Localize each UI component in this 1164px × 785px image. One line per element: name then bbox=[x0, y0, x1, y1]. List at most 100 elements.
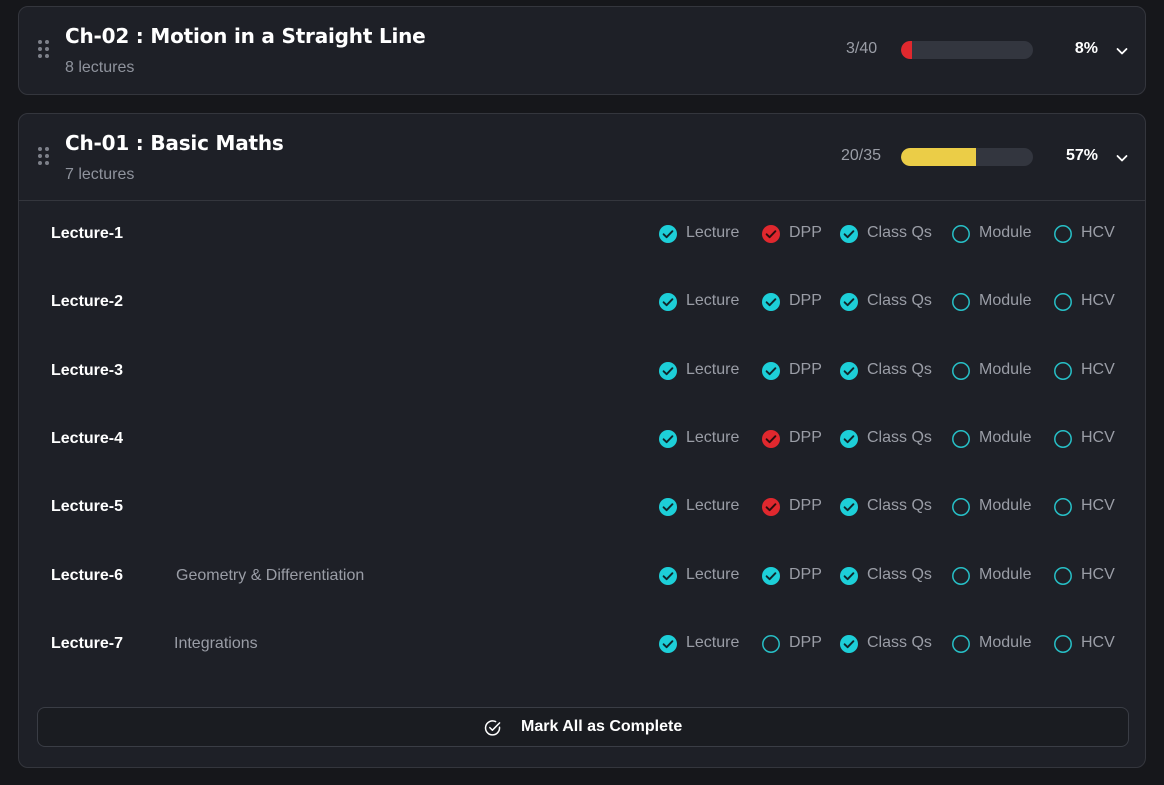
lecture-name: Lecture-7 bbox=[51, 635, 124, 652]
chapter-progress-bar bbox=[901, 41, 1033, 59]
empty-circle-icon bbox=[1054, 293, 1072, 311]
task-label: DPP bbox=[789, 429, 822, 446]
header-divider bbox=[19, 200, 1145, 201]
task-label: DPP bbox=[789, 634, 822, 651]
task-label: HCV bbox=[1081, 361, 1115, 378]
chevron-down-icon[interactable] bbox=[1115, 44, 1129, 58]
task-label: HCV bbox=[1081, 566, 1115, 583]
lecture-name: Lecture-4 bbox=[51, 430, 124, 447]
chapter-progress-count: 3/40 bbox=[846, 40, 878, 57]
lecture-name: Lecture-2 bbox=[51, 293, 124, 310]
drag-handle-icon[interactable] bbox=[38, 40, 50, 58]
lecture-name: Lecture-6 bbox=[51, 567, 124, 584]
mark-all-complete-button[interactable]: Mark All as Complete bbox=[37, 707, 1129, 747]
check-circle-icon bbox=[659, 567, 677, 585]
lecture-name: Lecture-3 bbox=[51, 362, 124, 379]
task-label: Lecture bbox=[686, 634, 740, 651]
empty-circle-icon bbox=[952, 362, 970, 380]
chapter-progress-percent: 8% bbox=[1074, 40, 1098, 57]
empty-circle-icon bbox=[1054, 362, 1072, 380]
drag-handle-icon[interactable] bbox=[38, 147, 50, 165]
empty-circle-icon bbox=[952, 293, 970, 311]
chapter-progress-count: 20/35 bbox=[841, 147, 882, 164]
task-label: DPP bbox=[789, 292, 822, 309]
chapter-lecture-count: 8 lectures bbox=[65, 59, 135, 76]
check-circle-icon bbox=[762, 362, 780, 380]
chevron-down-icon[interactable] bbox=[1115, 151, 1129, 165]
task-label: DPP bbox=[789, 224, 822, 241]
empty-circle-icon bbox=[952, 498, 970, 516]
check-circle-icon bbox=[659, 635, 677, 653]
lecture-row: Lecture-5 Lecture DPP Class Qs Module HCV bbox=[19, 487, 1145, 527]
check-circle-icon bbox=[840, 293, 858, 311]
empty-circle-icon bbox=[1054, 567, 1072, 585]
empty-circle-icon bbox=[952, 430, 970, 448]
empty-circle-icon bbox=[1054, 635, 1072, 653]
check-circle-icon bbox=[762, 293, 780, 311]
task-label: Module bbox=[979, 292, 1032, 309]
chapter-progress-percent: 57% bbox=[1065, 147, 1098, 164]
task-label: Module bbox=[979, 361, 1032, 378]
task-label: DPP bbox=[789, 497, 822, 514]
task-label: Lecture bbox=[686, 292, 740, 309]
check-circle-icon bbox=[659, 498, 677, 516]
chapter-card-ch02: Ch-02 : Motion in a Straight Line 8 lect… bbox=[18, 6, 1146, 95]
lecture-topic: Integrations bbox=[174, 635, 258, 652]
task-label: Module bbox=[979, 429, 1032, 446]
task-label: Class Qs bbox=[867, 634, 932, 651]
task-label: Module bbox=[979, 566, 1032, 583]
lecture-name: Lecture-5 bbox=[51, 498, 124, 515]
task-label: Module bbox=[979, 634, 1032, 651]
empty-circle-icon bbox=[1054, 430, 1072, 448]
task-label: Class Qs bbox=[867, 497, 932, 514]
task-label: Lecture bbox=[686, 429, 740, 446]
empty-circle-icon bbox=[952, 635, 970, 653]
empty-circle-icon bbox=[1054, 225, 1072, 243]
check-circle-icon bbox=[762, 567, 780, 585]
lecture-row: Lecture-6 Geometry & Differentiation Lectu… bbox=[19, 556, 1145, 596]
empty-circle-icon bbox=[1054, 498, 1072, 516]
empty-circle-icon bbox=[952, 567, 970, 585]
check-circle-icon bbox=[840, 498, 858, 516]
chapter-card-ch01: Ch-01 : Basic Maths 7 lectures 20/35 57%… bbox=[18, 113, 1146, 768]
task-label: Class Qs bbox=[867, 361, 932, 378]
check-circle-icon bbox=[840, 567, 858, 585]
chapter-progress-fill bbox=[901, 41, 912, 59]
task-label: Class Qs bbox=[867, 429, 932, 446]
check-circle-missed-icon bbox=[762, 430, 780, 448]
empty-circle-icon bbox=[762, 635, 780, 653]
lecture-row: Lecture-1 Lecture DPP Class Qs Module HCV bbox=[19, 214, 1145, 254]
task-label: Module bbox=[979, 497, 1032, 514]
task-label: DPP bbox=[789, 361, 822, 378]
task-label: Lecture bbox=[686, 566, 740, 583]
lecture-name: Lecture-1 bbox=[51, 225, 124, 242]
task-label: HCV bbox=[1081, 224, 1115, 241]
check-circle-icon bbox=[659, 293, 677, 311]
chapter-header[interactable]: Ch-01 : Basic Maths 7 lectures 20/35 57% bbox=[19, 114, 1145, 201]
task-label: Lecture bbox=[686, 361, 740, 378]
empty-circle-icon bbox=[952, 225, 970, 243]
check-circle-icon bbox=[659, 225, 677, 243]
check-circle-icon bbox=[659, 430, 677, 448]
task-label: HCV bbox=[1081, 634, 1115, 651]
check-circle-icon bbox=[484, 720, 501, 736]
chapter-header[interactable]: Ch-02 : Motion in a Straight Line 8 lect… bbox=[19, 7, 1145, 94]
task-label: Lecture bbox=[686, 224, 740, 241]
mark-all-complete-label: Mark All as Complete bbox=[521, 718, 683, 735]
chapter-title: Ch-01 : Basic Maths bbox=[65, 131, 284, 155]
task-label: DPP bbox=[789, 566, 822, 583]
task-label: HCV bbox=[1081, 292, 1115, 309]
check-circle-icon bbox=[840, 635, 858, 653]
task-label: HCV bbox=[1081, 497, 1115, 514]
task-label: Class Qs bbox=[867, 224, 932, 241]
lecture-row: Lecture-7 Integrations Lecture DPP Class Qs M… bbox=[19, 624, 1145, 664]
task-label: Class Qs bbox=[867, 566, 932, 583]
task-label: Module bbox=[979, 224, 1032, 241]
lecture-topic: Geometry & Differentiation bbox=[176, 567, 365, 584]
chapter-title: Ch-02 : Motion in a Straight Line bbox=[65, 24, 426, 48]
check-circle-icon bbox=[840, 225, 858, 243]
lecture-row: Lecture-3 Lecture DPP Class Qs Module HCV bbox=[19, 351, 1145, 391]
task-label: Class Qs bbox=[867, 292, 932, 309]
check-circle-icon bbox=[659, 362, 677, 380]
chapter-progress-bar bbox=[901, 148, 1033, 166]
